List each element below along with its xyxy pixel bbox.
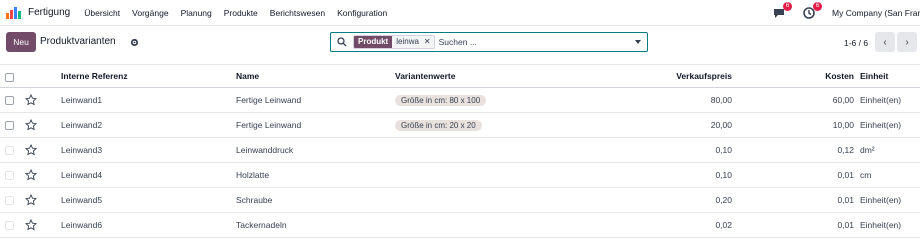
new-button[interactable]: Neu: [6, 32, 36, 52]
app-name[interactable]: Fertigung: [28, 7, 70, 18]
cell-name: Holzlatte: [236, 170, 270, 180]
menu-item-overview[interactable]: Übersicht: [84, 8, 120, 18]
cell-variant: Größe in cm: 80 x 100: [395, 88, 487, 112]
table-row[interactable]: Leinwand5 Schraube 0,20 0,01 Einheit(en): [0, 188, 920, 213]
column-header-unit[interactable]: Einheit: [860, 65, 888, 87]
cell-cost: 0,01: [837, 170, 854, 180]
star-icon[interactable]: [25, 88, 37, 112]
row-checkbox[interactable]: [5, 171, 14, 180]
facet-value: leinwa: [392, 36, 423, 48]
menu-item-operations[interactable]: Vorgänge: [132, 8, 168, 18]
cell-unit: Einheit(en): [860, 120, 902, 130]
cell-name: Fertige Leinwand: [236, 95, 302, 105]
cell-price: 0,20: [715, 195, 732, 205]
clock-icon[interactable]: 6: [802, 2, 822, 20]
cell-ref: Leinwand3: [61, 145, 103, 155]
menu-item-planning[interactable]: Planung: [181, 8, 212, 18]
product-variants-table: Interne Referenz Name Variantenwerte Ver…: [0, 64, 920, 238]
column-header-variants[interactable]: Variantenwerte: [395, 65, 455, 87]
column-header-name[interactable]: Name: [236, 65, 259, 87]
company-switcher[interactable]: My Company (San Francisco): [832, 8, 920, 18]
cell-cost: 0,01: [837, 220, 854, 230]
table-row[interactable]: Leinwand6 Tackernadeln 0,02 0,01 Einheit(en): [0, 213, 920, 238]
row-checkbox[interactable]: [5, 146, 14, 155]
search-facet: Produkt leinwa ✕: [353, 35, 435, 49]
app-logo-icon[interactable]: [6, 6, 22, 19]
cell-ref: Leinwand1: [61, 95, 103, 105]
cell-price: 20,00: [710, 120, 732, 130]
cell-price: 80,00: [710, 95, 732, 105]
top-navbar: Fertigung Übersicht Vorgänge Planung Pro…: [0, 0, 920, 26]
cell-name: Fertige Leinwand: [236, 120, 302, 130]
search-input[interactable]: [438, 37, 619, 47]
cell-unit: dm²: [860, 145, 875, 155]
row-checkbox[interactable]: [5, 221, 14, 230]
star-icon[interactable]: [25, 113, 37, 137]
table-row[interactable]: Leinwand4 Holzlatte 0,10 0,01 cm: [0, 163, 920, 188]
table-row[interactable]: Leinwand1 Fertige Leinwand Größe in cm: 80…: [0, 88, 920, 113]
close-icon[interactable]: ✕: [422, 36, 434, 48]
facet-label: Produkt: [354, 36, 393, 48]
page-title: Produktvarianten: [40, 36, 116, 47]
navbar-systray: 6 6 My Company (San Francisco): [772, 0, 920, 26]
cell-price: 0,10: [715, 145, 732, 155]
variant-tag: Größe in cm: 80 x 100: [395, 94, 487, 106]
gear-icon[interactable]: [130, 38, 139, 47]
column-header-ref[interactable]: Interne Referenz: [61, 65, 128, 87]
menu-item-products[interactable]: Produkte: [224, 8, 258, 18]
cell-price: 0,10: [715, 170, 732, 180]
pager-value[interactable]: 1-6 / 6: [844, 38, 868, 48]
cell-variant: Größe in cm: 20 x 20: [395, 113, 482, 137]
table-row[interactable]: Leinwand2 Fertige Leinwand Größe in cm: 20…: [0, 113, 920, 138]
row-checkbox[interactable]: [5, 121, 14, 130]
variant-tag: Größe in cm: 20 x 20: [395, 119, 482, 131]
cell-ref: Leinwand6: [61, 220, 103, 230]
cell-unit: Einheit(en): [860, 195, 902, 205]
chevron-left-icon[interactable]: ‹: [875, 32, 895, 52]
chevron-down-icon[interactable]: [635, 40, 641, 44]
select-all-checkbox[interactable]: [5, 73, 14, 82]
cell-name: Leinwanddruck: [236, 145, 294, 155]
row-checkbox[interactable]: [5, 96, 14, 105]
cell-ref: Leinwand5: [61, 195, 103, 205]
cell-cost: 60,00: [832, 95, 854, 105]
cell-price: 0,02: [715, 220, 732, 230]
chat-badge: 6: [783, 2, 792, 11]
search-bar: Produkt leinwa ✕: [330, 32, 648, 52]
chevron-right-icon[interactable]: ›: [897, 32, 917, 52]
column-header-price[interactable]: Verkaufspreis: [676, 65, 732, 87]
cell-ref: Leinwand4: [61, 170, 103, 180]
chat-icon[interactable]: 6: [772, 2, 792, 20]
star-icon[interactable]: [25, 188, 37, 212]
cell-name: Schraube: [236, 195, 273, 205]
cell-unit: Einheit(en): [860, 95, 902, 105]
cell-cost: 0,01: [837, 195, 854, 205]
activity-badge: 6: [813, 2, 822, 11]
table-row[interactable]: Leinwand3 Leinwanddruck 0,10 0,12 dm²: [0, 138, 920, 163]
control-panel: Neu Produktvarianten Produkt leinwa ✕ 1-…: [0, 26, 920, 64]
cell-unit: Einheit(en): [860, 220, 902, 230]
cell-unit: cm: [860, 170, 872, 180]
main-menu: Übersicht Vorgänge Planung Produkte Beri…: [84, 8, 387, 18]
menu-item-reporting[interactable]: Berichtswesen: [270, 8, 325, 18]
star-icon[interactable]: [25, 163, 37, 187]
search-icon: [337, 37, 347, 47]
row-checkbox[interactable]: [5, 196, 14, 205]
table-header: Interne Referenz Name Variantenwerte Ver…: [0, 64, 920, 88]
cell-cost: 10,00: [832, 120, 854, 130]
cell-name: Tackernadeln: [236, 220, 287, 230]
star-icon[interactable]: [25, 138, 37, 162]
cell-ref: Leinwand2: [61, 120, 103, 130]
menu-item-configuration[interactable]: Konfiguration: [337, 8, 387, 18]
star-icon[interactable]: [25, 213, 37, 237]
cell-cost: 0,12: [837, 145, 854, 155]
column-header-cost[interactable]: Kosten: [825, 65, 854, 87]
